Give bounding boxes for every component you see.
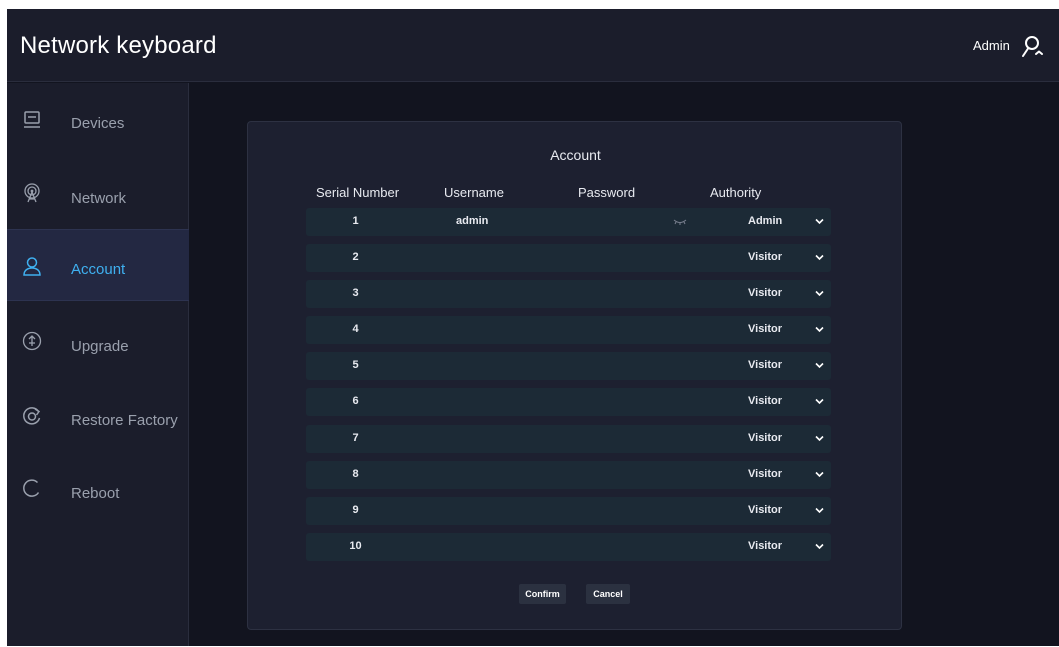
authority-value: Visitor [748,540,783,552]
sidebar-item-label: Devices [71,115,125,132]
user-icon[interactable] [1020,34,1044,58]
sidebar-item-label: Network [71,190,127,207]
authority-value: Visitor [748,395,783,407]
app-title: Network keyboard [20,32,217,59]
username-field[interactable]: admin [456,215,488,227]
eye-closed-icon[interactable] [673,218,687,226]
chevron-down-icon [815,507,824,514]
sidebar-item-upgrade[interactable]: Upgrade [7,302,189,374]
authority-select[interactable]: Visitor [723,244,831,272]
serial-number: 2 [352,251,359,263]
chevron-down-icon [815,254,824,261]
upgrade-icon [22,331,42,351]
sidebar-item-label: Account [71,261,126,278]
authority-select[interactable]: Visitor [723,280,831,308]
panel-title: Account [550,147,601,163]
monitor-icon [24,111,40,128]
confirm-button[interactable]: Confirm [519,584,566,604]
serial-number: 10 [349,540,362,552]
serial-number: 1 [352,215,359,227]
table-row: 8 Visitor [306,461,831,489]
restore-icon [23,407,41,425]
sidebar-item-restore-factory[interactable]: Restore Factory [7,375,189,447]
wireless-icon [24,183,40,203]
sidebar-item-label: Upgrade [71,338,129,355]
table-header: Serial Number Username Password Authorit… [306,182,831,204]
authority-select[interactable]: Visitor [723,497,831,525]
sidebar-item-label: Reboot [71,485,120,502]
header: Network keyboard Admin [7,9,1059,82]
authority-select[interactable]: Visitor [723,461,831,489]
authority-select[interactable]: Admin [723,208,831,236]
column-header-password: Password [578,185,636,200]
authority-select[interactable]: Visitor [723,425,831,453]
chevron-down-icon [815,543,824,550]
cancel-button[interactable]: Cancel [586,584,630,604]
authority-value: Visitor [748,504,783,516]
table-row: 5 Visitor [306,352,831,380]
column-header-serial: Serial Number [316,185,400,200]
sidebar-item-reboot[interactable]: Reboot [7,448,189,520]
reboot-icon [23,479,40,497]
table-row: 9 Visitor [306,497,831,525]
serial-number: 8 [352,468,359,480]
sidebar-item-account[interactable]: Account [7,229,189,301]
authority-select[interactable]: Visitor [723,352,831,380]
app-window: Network keyboard Admin Devices Network A… [7,9,1059,646]
user-icon [23,257,41,276]
table-row: 3 Visitor [306,280,831,308]
serial-number: 7 [352,432,359,444]
user-name[interactable]: Admin [973,38,1010,53]
column-header-authority: Authority [710,185,762,200]
serial-number: 9 [352,504,359,516]
authority-value: Admin [748,215,783,227]
table-row: 7 Visitor [306,425,831,453]
serial-number: 6 [352,395,359,407]
serial-number: 5 [352,359,359,371]
authority-value: Visitor [748,287,783,299]
table-row: 2 Visitor [306,244,831,272]
chevron-down-icon [815,218,824,225]
authority-select[interactable]: Visitor [723,316,831,344]
authority-select[interactable]: Visitor [723,533,831,561]
sidebar-item-network[interactable]: Network [7,156,189,228]
sidebar-item-label: Restore Factory [71,412,178,429]
authority-select[interactable]: Visitor [723,388,831,416]
authority-value: Visitor [748,359,783,371]
authority-value: Visitor [748,251,783,263]
authority-value: Visitor [748,468,783,480]
chevron-down-icon [815,326,824,333]
serial-number: 3 [352,287,359,299]
chevron-down-icon [815,362,824,369]
table-row: 4 Visitor [306,316,831,344]
authority-value: Visitor [748,323,783,335]
table-row: 6 Visitor [306,388,831,416]
sidebar: Devices Network Account Upgrade Restore … [7,83,189,646]
chevron-down-icon [815,398,824,405]
chevron-down-icon [815,471,824,478]
column-header-username: Username [444,185,504,200]
table-row: 1 admin Admin [306,208,831,236]
sidebar-item-devices[interactable]: Devices [7,83,189,155]
authority-value: Visitor [748,432,783,444]
chevron-down-icon [815,435,824,442]
account-panel: Account Serial Number Username Password … [247,121,902,630]
serial-number: 4 [352,323,359,335]
chevron-down-icon [815,290,824,297]
table-row: 10 Visitor [306,533,831,561]
